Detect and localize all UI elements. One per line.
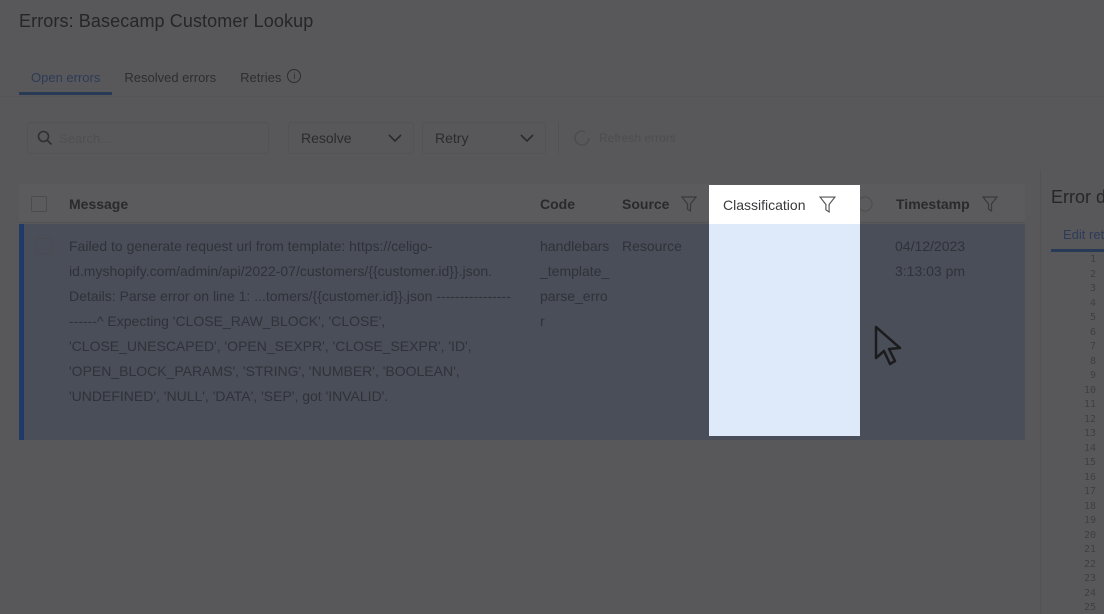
error-source: Resource	[622, 238, 682, 254]
line-number: 14	[1083, 442, 1096, 454]
line-number: 24	[1083, 587, 1096, 599]
classification-cell	[709, 224, 860, 436]
column-source-label: Source	[622, 195, 670, 212]
line-number: 1	[1089, 254, 1096, 265]
line-number: 5	[1089, 312, 1096, 323]
line-number: 23	[1083, 573, 1096, 584]
line-number: 25	[1083, 602, 1096, 613]
error-message: Failed to generate request url from temp…	[69, 238, 511, 404]
tab-open-errors[interactable]: Open errors	[19, 66, 113, 95]
retry-label: Retry	[435, 130, 469, 146]
toolbar-divider	[558, 122, 559, 154]
line-number: 20	[1083, 529, 1096, 541]
line-number: 10	[1083, 384, 1096, 396]
line-number: 2	[1089, 268, 1096, 280]
line-number: 9	[1089, 370, 1096, 381]
line-number: 18	[1083, 500, 1096, 512]
table-header: Message Code Source Timestamp	[19, 184, 1025, 223]
search-input[interactable]: Search...	[27, 122, 269, 154]
tab-resolved-errors[interactable]: Resolved errors	[112, 66, 228, 95]
timestamp-time: 3:13:03 pm	[895, 263, 966, 279]
refresh-label: Refresh errors	[599, 131, 676, 145]
line-number: 17	[1083, 486, 1096, 497]
tab-label: Retries	[240, 70, 282, 85]
search-placeholder: Search...	[59, 130, 112, 146]
toolbar: Search... Resolve Retry Refresh errors	[27, 122, 676, 154]
error-details-title: Error details	[1051, 187, 1104, 207]
tab-divider	[0, 96, 1104, 97]
line-number: 19	[1083, 515, 1096, 526]
tab-label: Resolved errors	[124, 70, 217, 85]
column-timestamp: Timestamp	[896, 184, 998, 223]
column-code: Code	[540, 195, 575, 212]
line-number: 15	[1083, 457, 1096, 468]
mouse-cursor-icon	[874, 325, 902, 366]
line-number: 8	[1089, 355, 1096, 367]
tab-retries[interactable]: Retries i	[228, 66, 313, 95]
filter-icon[interactable]	[681, 195, 698, 212]
column-message: Message	[69, 195, 129, 212]
chevron-down-icon	[388, 134, 402, 142]
resolve-label: Resolve	[301, 130, 352, 146]
tab-bar: Open errors Resolved errors Retries i	[19, 66, 313, 97]
line-number: 6	[1089, 326, 1096, 338]
filter-icon[interactable]	[819, 196, 837, 213]
chevron-down-icon	[520, 134, 534, 142]
line-number: 13	[1083, 428, 1096, 439]
line-number: 4	[1089, 297, 1096, 309]
column-timestamp-label: Timestamp	[896, 195, 970, 212]
tab-edit-retry-data[interactable]: Edit retry data	[1051, 222, 1104, 252]
line-number: 22	[1083, 558, 1096, 570]
tab-label: Open errors	[31, 70, 101, 85]
column-classification-label: Classification	[723, 196, 806, 213]
info-icon[interactable]: i	[287, 69, 302, 83]
line-number: 21	[1083, 544, 1096, 555]
column-source: Source	[622, 184, 698, 223]
resolve-dropdown[interactable]: Resolve	[288, 122, 414, 154]
error-code: handlebars_template_parse_error	[540, 238, 610, 329]
line-number: 12	[1083, 413, 1096, 425]
timestamp-date: 04/12/2023	[895, 238, 966, 254]
line-number: 3	[1089, 283, 1096, 294]
code-editor-gutter: 1 2 3 4 5 6 7 8 9 10 11 12 13 14 15 16 17 18 19 20 21 22 23 24 2…	[1080, 253, 1104, 614]
panel-divider	[1040, 170, 1041, 614]
select-all-checkbox[interactable]	[31, 184, 47, 223]
refresh-icon	[574, 130, 590, 146]
line-number: 7	[1089, 341, 1096, 352]
search-icon	[37, 130, 53, 146]
line-number: 11	[1083, 399, 1096, 410]
refresh-errors-button[interactable]: Refresh errors	[573, 129, 676, 147]
row-checkbox[interactable]	[36, 238, 52, 254]
line-number: 16	[1083, 471, 1096, 483]
column-classification[interactable]: Classification	[709, 185, 860, 224]
filter-icon[interactable]	[981, 195, 998, 212]
error-timestamp: 04/12/2023 3:13:03 pm	[895, 234, 995, 284]
retry-dropdown[interactable]: Retry	[422, 122, 546, 154]
page-title: Errors: Basecamp Customer Lookup	[19, 11, 314, 31]
